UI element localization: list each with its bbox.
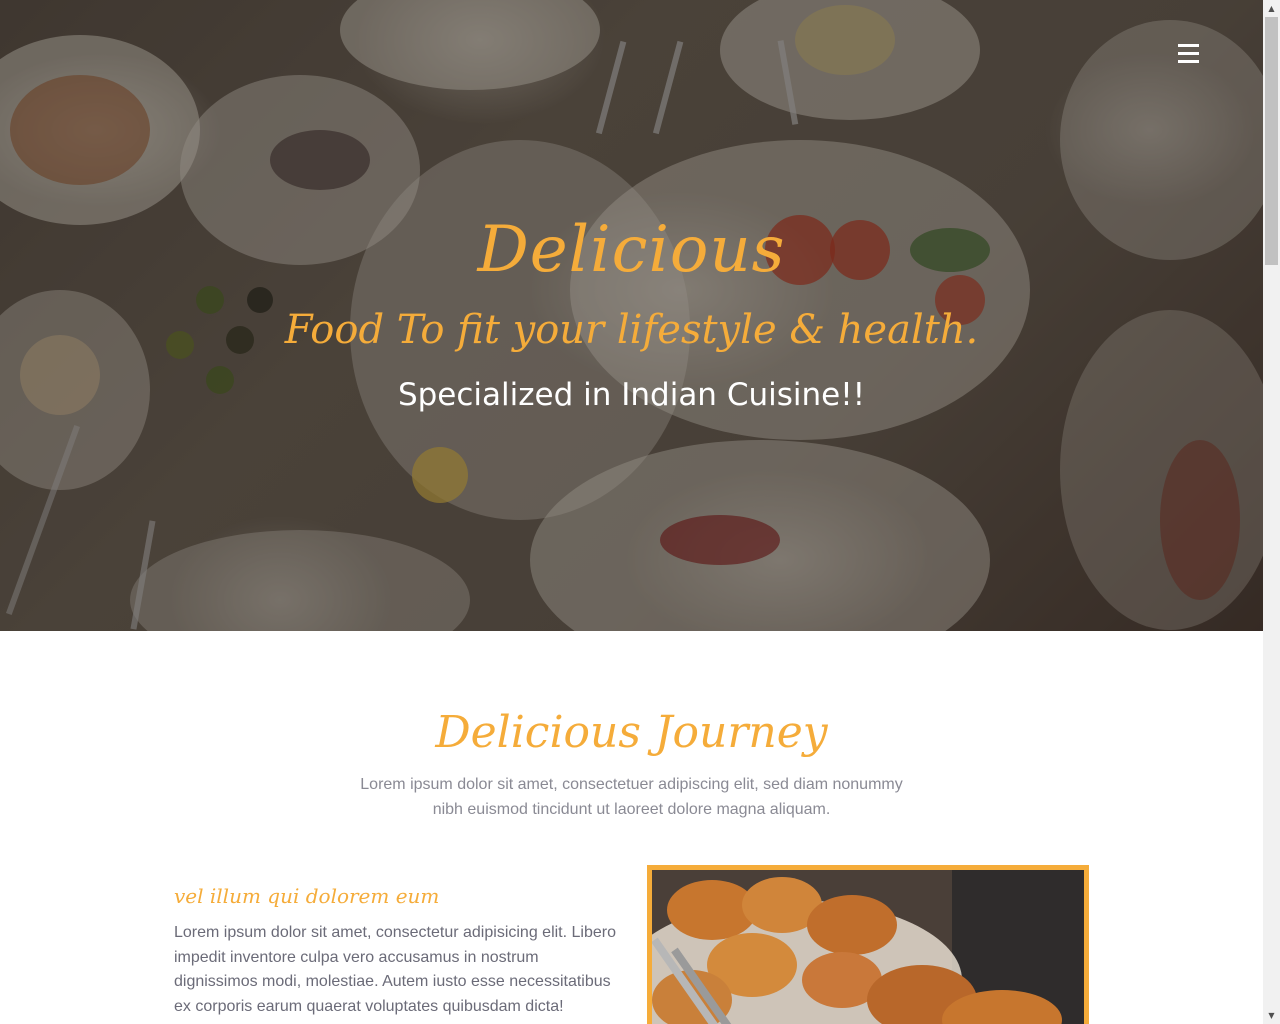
feature-heading: vel illum qui dolorem eum — [174, 884, 440, 908]
section-title: Delicious Journey — [435, 707, 828, 758]
vertical-scrollbar[interactable]: ▲ ▼ — [1263, 0, 1280, 1024]
menu-bar-middle — [1178, 52, 1199, 55]
fried-chicken-image — [652, 870, 1084, 1024]
feature-body-text: Lorem ipsum dolor sit amet, consectetur … — [174, 924, 616, 1015]
hero-subtitle: Food To fit your lifestyle & health. — [284, 307, 979, 353]
page: Delicious Food To fit your lifestyle & h… — [0, 0, 1280, 1024]
feature-image-frame — [647, 865, 1089, 1024]
section-intro: Lorem ipsum dolor sit amet, consectetuer… — [360, 776, 903, 818]
hero-banner: Delicious Food To fit your lifestyle & h… — [0, 0, 1263, 631]
hamburger-menu-icon[interactable] — [1170, 38, 1206, 70]
hero-tagline: Specialized in Indian Cuisine!! — [397, 377, 866, 413]
menu-bar-bottom — [1178, 60, 1199, 63]
scroll-down-arrow-icon[interactable]: ▼ — [1263, 1007, 1280, 1024]
menu-bar-top — [1178, 44, 1199, 47]
scroll-up-arrow-icon[interactable]: ▲ — [1263, 0, 1280, 17]
hero-title: Delicious — [477, 213, 786, 287]
fried-chicken-photo — [652, 870, 1084, 1024]
scrollbar-thumb[interactable] — [1265, 17, 1278, 265]
